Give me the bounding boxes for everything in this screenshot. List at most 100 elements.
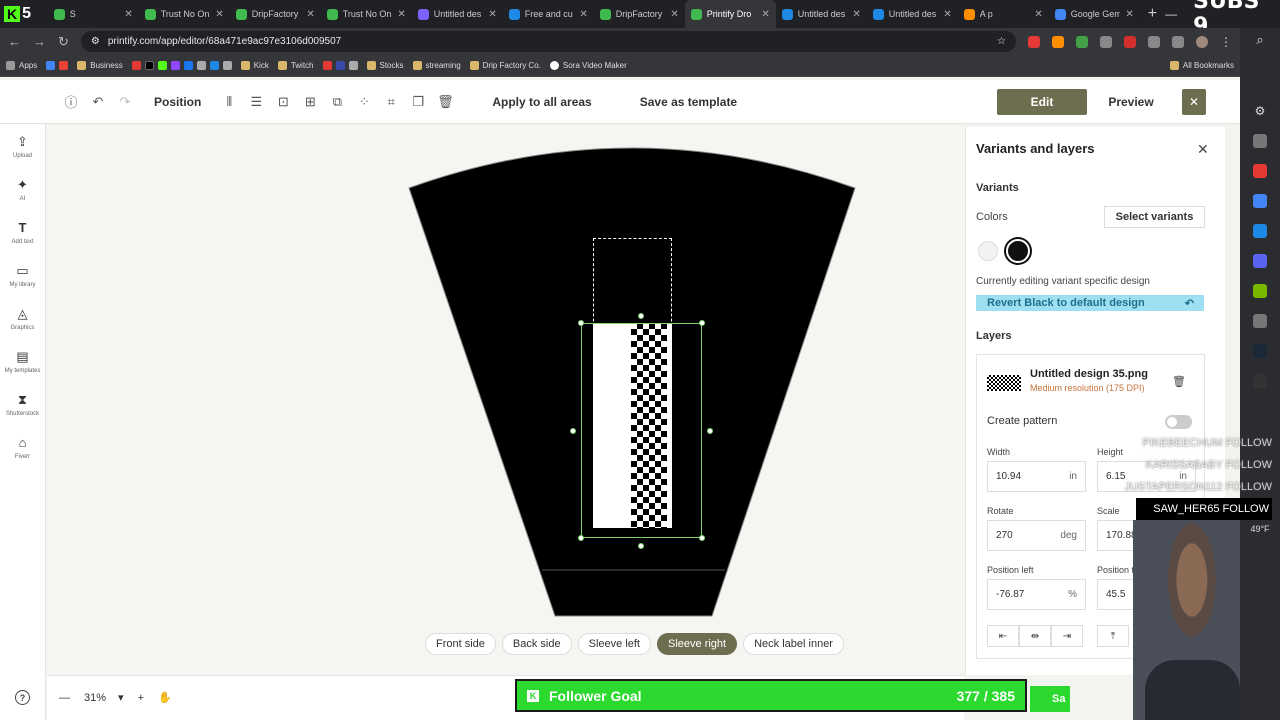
- tab-close-icon[interactable]: ✕: [852, 9, 860, 20]
- tab-close-icon[interactable]: ✕: [124, 9, 132, 20]
- fit-width-icon[interactable]: ⊡: [272, 91, 294, 113]
- select-variants-button[interactable]: Select variants: [1104, 206, 1205, 228]
- app-icon[interactable]: [1253, 164, 1267, 178]
- trash-icon[interactable]: 🗑: [434, 91, 456, 113]
- browser-tab[interactable]: Untitled des ✕: [867, 0, 958, 28]
- browser-tab[interactable]: Printify Dro ✕: [684, 0, 776, 28]
- extension-icon[interactable]: [1076, 35, 1088, 48]
- tab-close-icon[interactable]: ✕: [579, 9, 587, 20]
- zoom-in-button[interactable]: +: [138, 692, 144, 704]
- extension-icon[interactable]: [1028, 35, 1040, 48]
- app-icon[interactable]: [1253, 134, 1267, 148]
- align-horizontal-icon[interactable]: ☰: [245, 91, 267, 113]
- extension-icon[interactable]: [1052, 35, 1064, 48]
- resize-handle[interactable]: [570, 428, 576, 434]
- bookmark-streaming[interactable]: streaming: [412, 61, 461, 70]
- save-button[interactable]: Sa: [1030, 686, 1070, 712]
- help-icon[interactable]: ?: [15, 690, 30, 705]
- tab-close-icon[interactable]: ✕: [1125, 9, 1133, 20]
- download-icon[interactable]: [1172, 35, 1184, 48]
- apply-all-areas-button[interactable]: Apply to all areas: [479, 86, 605, 117]
- browser-tab[interactable]: Free and cu ✕: [503, 0, 594, 28]
- tab-back-side[interactable]: Back side: [501, 633, 572, 655]
- hand-tool-icon[interactable]: ✋: [158, 691, 172, 704]
- distribute-icon[interactable]: ⁘: [353, 91, 375, 113]
- tools-icon[interactable]: ✕: [1182, 89, 1206, 115]
- obs-icon[interactable]: [1253, 374, 1267, 388]
- browser-tab[interactable]: Untitled des ✕: [776, 0, 867, 28]
- resize-handle[interactable]: [707, 428, 713, 434]
- tab-close-icon[interactable]: ✕: [397, 9, 405, 20]
- url-field[interactable]: ⚙ printify.com/app/editor/68a471e9ac97e3…: [80, 31, 1016, 52]
- sidebar-item-shutterstock[interactable]: ⧗ Shutterstock: [0, 392, 46, 417]
- sidebar-item-add-text[interactable]: T Add text: [0, 220, 46, 245]
- tab-close-icon[interactable]: ✕: [943, 9, 951, 20]
- design-canvas[interactable]: [47, 125, 964, 675]
- align-vertical-icon[interactable]: ⫴: [218, 91, 240, 113]
- profile-avatar[interactable]: [1196, 35, 1208, 48]
- browser-tab[interactable]: S ✕: [48, 0, 139, 28]
- resize-handle[interactable]: [578, 320, 584, 326]
- browser-tab[interactable]: DripFactory ✕: [230, 0, 321, 28]
- new-tab-button[interactable]: +: [1140, 5, 1165, 23]
- bookmark-apps[interactable]: Apps: [6, 61, 37, 70]
- width-field[interactable]: 10.94 in: [987, 461, 1086, 492]
- app-icon[interactable]: [1253, 224, 1267, 238]
- sidebar-item-my-templates[interactable]: ▤ My templates: [0, 349, 46, 374]
- align-left-icon[interactable]: ⇤: [987, 625, 1019, 647]
- color-swatch-black[interactable]: [1006, 239, 1030, 263]
- sidebar-item-fiverr[interactable]: ⌂ Fiverr: [0, 435, 46, 460]
- sidebar-item-graphics[interactable]: ◬ Graphics: [0, 306, 46, 331]
- bookmark-star-icon[interactable]: ☆: [997, 36, 1006, 47]
- bookmark-kick[interactable]: Kick: [240, 61, 269, 70]
- position-left-field[interactable]: -76.87%: [987, 579, 1086, 610]
- align-center-icon[interactable]: ⇹: [1019, 625, 1051, 647]
- forward-icon[interactable]: →: [33, 34, 46, 49]
- tab-close-icon[interactable]: ✕: [761, 9, 769, 20]
- tab-close-icon[interactable]: ✕: [670, 9, 678, 20]
- chrome-icon[interactable]: [1253, 194, 1267, 208]
- reload-icon[interactable]: ↻: [58, 34, 69, 50]
- fit-height-icon[interactable]: ⊞: [299, 91, 321, 113]
- menu-kebab-icon[interactable]: ⋮: [1220, 35, 1232, 49]
- tab-sleeve-left[interactable]: Sleeve left: [577, 633, 651, 655]
- tab-close-icon[interactable]: ✕: [1034, 9, 1042, 20]
- minimize-icon[interactable]: —: [1165, 7, 1177, 21]
- bookmark-drip-factory[interactable]: Drip Factory Co.: [469, 61, 541, 70]
- create-pattern-toggle[interactable]: [1165, 415, 1192, 429]
- undo-icon[interactable]: ↶: [87, 91, 109, 113]
- resize-handle[interactable]: [578, 535, 584, 541]
- bookmark-sora[interactable]: Sora Video Maker: [549, 61, 627, 70]
- puzzle-icon[interactable]: [1148, 35, 1160, 48]
- tab-front-side[interactable]: Front side: [425, 633, 496, 655]
- tab-sleeve-right[interactable]: Sleeve right: [657, 633, 738, 655]
- sidebar-item-upload[interactable]: ⇪ Upload: [0, 134, 46, 159]
- zoom-out-button[interactable]: —: [59, 692, 70, 704]
- bookmark-icon-group[interactable]: [131, 61, 232, 70]
- all-bookmarks[interactable]: All Bookmarks: [1169, 61, 1234, 70]
- bookmark-stocks[interactable]: Stocks: [366, 61, 404, 70]
- bookmark-icon-group[interactable]: [46, 61, 69, 70]
- tab-close-icon[interactable]: ✕: [306, 9, 314, 20]
- resize-handle[interactable]: [699, 320, 705, 326]
- discord-icon[interactable]: [1253, 254, 1267, 268]
- browser-tab[interactable]: Google Gem ✕: [1049, 0, 1140, 28]
- search-icon[interactable]: ⌕: [1256, 32, 1263, 48]
- extension-icon[interactable]: [1100, 35, 1112, 48]
- pattern-icon[interactable]: ⧉: [326, 91, 348, 113]
- steam-icon[interactable]: [1253, 344, 1267, 358]
- browser-tab[interactable]: A p ✕: [958, 0, 1049, 28]
- duplicate-icon[interactable]: ❐: [407, 91, 429, 113]
- gear-icon[interactable]: ⚙: [1255, 104, 1266, 118]
- tab-close-icon[interactable]: ✕: [488, 9, 496, 20]
- tab-close-icon[interactable]: ✕: [215, 9, 223, 20]
- browser-tab[interactable]: DripFactory ✕: [594, 0, 685, 28]
- extension-icon[interactable]: [1124, 35, 1136, 48]
- bookmark-twitch[interactable]: Twitch: [277, 61, 314, 70]
- app-icon[interactable]: [1253, 314, 1267, 328]
- tab-neck-label-inner[interactable]: Neck label inner: [743, 633, 844, 655]
- align-top-icon[interactable]: ⤒: [1097, 625, 1129, 647]
- position-button[interactable]: Position: [141, 86, 215, 117]
- browser-tab[interactable]: Untitled des ✕: [412, 0, 503, 28]
- bookmark-business[interactable]: Business: [77, 61, 123, 70]
